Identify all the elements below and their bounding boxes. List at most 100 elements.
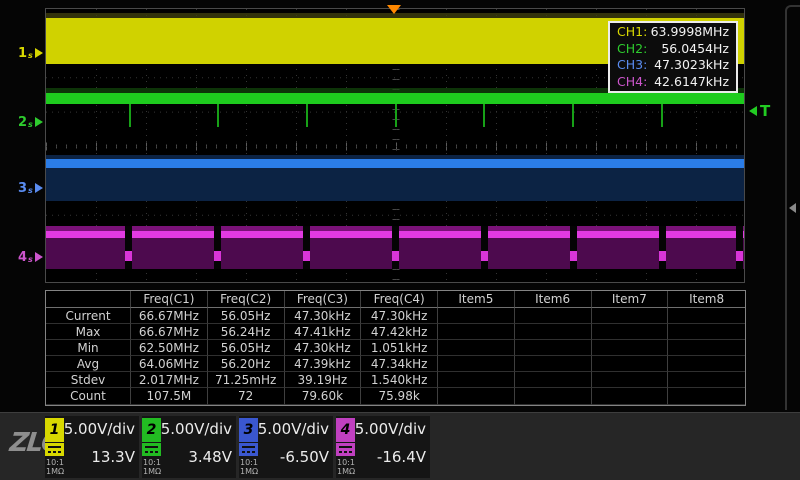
table-cell: 47.41kHz <box>285 324 362 340</box>
freq-readout-value: 63.9998MHz <box>651 24 729 41</box>
table-cell <box>438 340 515 356</box>
table-header-cell: Item8 <box>668 291 745 308</box>
table-cell: 47.30kHz <box>361 308 438 324</box>
table-cell: 2.017MHz <box>131 372 208 388</box>
ch4-burst-gap <box>481 226 488 269</box>
menu-expand-arrow-icon[interactable] <box>789 203 796 213</box>
channel-4-offset: -16.4V <box>377 448 426 466</box>
table-cell: 64.06MHz <box>131 356 208 372</box>
ch2-glitch-spike <box>129 104 131 127</box>
waveform-display[interactable]: CH1:63.9998MHzCH2:56.0454HzCH3:47.3023kH… <box>45 8 745 283</box>
freq-readout-value: 47.3023kHz <box>654 57 729 74</box>
table-cell: 72 <box>208 388 285 404</box>
position-arrow-icon <box>35 117 43 127</box>
channel-2-block[interactable]: 210:11MΩ5.00V/div3.48V <box>142 416 236 478</box>
table-row-label: Count <box>46 388 131 404</box>
channel-3-block[interactable]: 3 10:11MΩ 5.00V/div -6.50V <box>239 416 333 478</box>
table-cell: 1.051kHz <box>361 340 438 356</box>
freq-readout-channel-label: CH2: <box>617 41 647 58</box>
dc-coupling-icon <box>239 443 258 456</box>
dc-coupling-icon <box>142 443 161 456</box>
table-cell: 66.67MHz <box>131 324 208 340</box>
trigger-level-letter: T <box>760 102 770 120</box>
channel-1-badge[interactable]: 1 <box>45 418 64 442</box>
trigger-position-marker[interactable] <box>387 5 401 14</box>
freq-readout-row: CH2: 56.0454Hz <box>610 41 736 58</box>
probe-ratio: 10:1 <box>143 458 161 467</box>
oscilloscope-screen: CH1:63.9998MHzCH2:56.0454HzCH3:47.3023kH… <box>0 0 800 480</box>
channel-3-scale: 5.00V/div <box>258 420 329 438</box>
table-cell <box>515 356 592 372</box>
impedance: 1MΩ <box>46 467 64 476</box>
table-cell <box>592 324 669 340</box>
channel-1-offset: 13.3V <box>91 448 135 466</box>
freq-readout-value: 42.6147kHz <box>654 74 729 91</box>
table-header-cell: Freq(C1) <box>131 291 208 308</box>
table-cell: 71.25mHz <box>208 372 285 388</box>
table-cell <box>438 356 515 372</box>
table-cell <box>668 356 745 372</box>
freq-readout-channel-label: CH3: <box>617 57 647 74</box>
table-cell: 47.39kHz <box>285 356 362 372</box>
table-cell <box>668 388 745 404</box>
channel-1-block[interactable]: 110:11MΩ5.00V/div13.3V <box>45 416 139 478</box>
table-cell <box>438 324 515 340</box>
ch2-waveform <box>46 93 744 104</box>
table-cell: 47.30kHz <box>285 308 362 324</box>
channel-3-offset: -6.50V <box>280 448 329 466</box>
channel-4-badge[interactable]: 4 <box>336 418 355 442</box>
channel-3-badge[interactable]: 3 <box>239 418 258 442</box>
table-cell: 1.540kHz <box>361 372 438 388</box>
table-header-cell <box>46 291 131 308</box>
ch4-waveform <box>46 226 744 269</box>
channel-2-badge[interactable]: 2 <box>142 418 161 442</box>
position-arrow-icon <box>35 183 43 193</box>
ch4-position-marker[interactable]: 4s <box>18 249 43 265</box>
table-cell: 56.24Hz <box>208 324 285 340</box>
channel-4-block[interactable]: 410:11MΩ5.00V/div-16.4V <box>336 416 430 478</box>
channel-number: 3 <box>18 181 27 196</box>
table-cell <box>668 324 745 340</box>
channel-number: 4 <box>18 250 27 265</box>
ch1-position-marker[interactable]: 1s <box>18 45 43 61</box>
ch3-position-marker[interactable]: 3s <box>18 180 43 196</box>
table-row-label: Max <box>46 324 131 340</box>
table-cell <box>592 308 669 324</box>
ch2-glitch-spike <box>572 104 574 127</box>
table-cell <box>592 356 669 372</box>
ch2-glitch-spike <box>661 104 663 127</box>
table-cell <box>515 372 592 388</box>
table-cell: 47.42kHz <box>361 324 438 340</box>
position-arrow-icon <box>35 48 43 58</box>
channel-2-scale: 5.00V/div <box>161 420 232 438</box>
table-row-label: Current <box>46 308 131 324</box>
measurement-table: Freq(C1)Freq(C2)Freq(C3)Freq(C4)Item5Ite… <box>45 290 746 406</box>
ch2-glitch-spike <box>306 104 308 127</box>
ch4-burst-gap <box>214 226 221 269</box>
table-cell: 56.05Hz <box>208 340 285 356</box>
table-cell: 39.19Hz <box>285 372 362 388</box>
table-cell <box>668 308 745 324</box>
table-cell <box>438 388 515 404</box>
freq-counter-rows: CH1:63.9998MHzCH2:56.0454HzCH3:47.3023kH… <box>610 24 736 90</box>
freq-readout-value: 56.0454Hz <box>661 41 729 58</box>
table-cell <box>668 372 745 388</box>
probe-ratio: 10:1 <box>240 458 258 467</box>
trigger-level-arrow-icon <box>749 106 757 116</box>
impedance: 1MΩ <box>240 467 258 476</box>
table-header-cell: Item5 <box>438 291 515 308</box>
table-row-label: Stdev <box>46 372 131 388</box>
trigger-level-marker[interactable]: T <box>749 102 770 120</box>
freq-readout-row: CH3: 47.3023kHz <box>610 57 736 74</box>
table-cell <box>515 388 592 404</box>
ch2-position-marker[interactable]: 2s <box>18 114 43 130</box>
table-cell <box>592 372 669 388</box>
ch3-waveform-top <box>46 159 744 168</box>
ch3-waveform <box>46 155 744 201</box>
ground-symbol-icon: s <box>28 120 33 129</box>
table-cell <box>438 372 515 388</box>
probe-ratio: 10:1 <box>337 458 355 467</box>
ch2-glitch-spike <box>217 104 219 127</box>
table-cell <box>592 340 669 356</box>
table-cell <box>515 324 592 340</box>
